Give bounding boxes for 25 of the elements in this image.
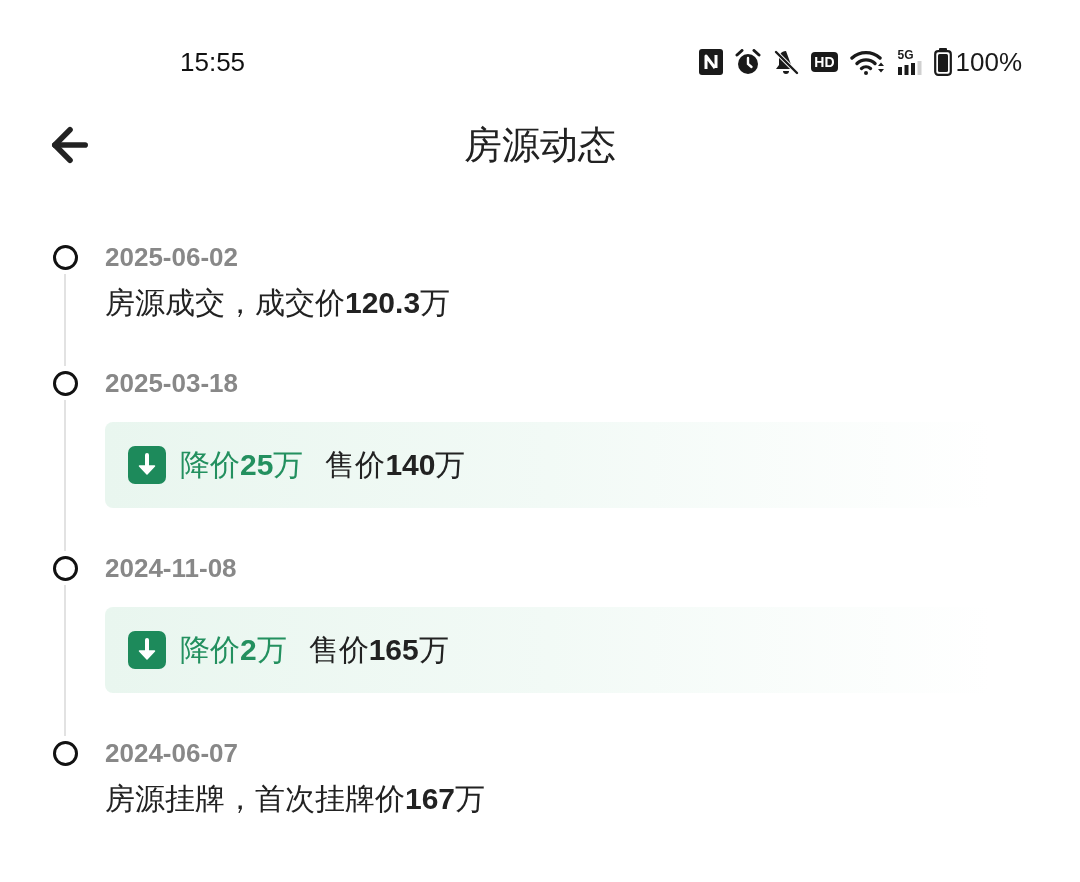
signal-bars-icon: [897, 61, 922, 75]
status-time: 15:55: [180, 45, 246, 79]
hd-icon: HD: [811, 52, 838, 72]
event-date: 2024-06-07: [105, 737, 238, 770]
event-text: 房源成交，成交价120.3万: [105, 286, 451, 319]
bell-off-icon: [773, 49, 800, 75]
battery-icon: [933, 48, 952, 76]
network-type-label: 5G: [897, 49, 914, 61]
timeline-node-icon: [52, 244, 78, 270]
timeline-node-icon: [52, 555, 78, 581]
nfc-icon: [699, 49, 724, 75]
price-drop-text: 降价25万: [180, 447, 304, 483]
timeline-node-icon: [52, 370, 78, 396]
wifi-icon: [849, 49, 886, 75]
event-text: 房源挂牌，首次挂牌价167万: [105, 782, 486, 815]
timeline-node-icon: [52, 740, 78, 766]
event-date: 2025-06-02: [105, 241, 238, 274]
event-date: 2024-11-08: [105, 552, 237, 585]
battery-percent: 100%: [955, 45, 1022, 79]
alarm-clock-icon: [735, 49, 762, 75]
event-date: 2025-03-18: [105, 367, 238, 400]
sale-price-text: 售价140万: [325, 447, 466, 483]
price-drop-text: 降价2万: [180, 632, 287, 668]
sale-price-text: 售价165万: [308, 632, 449, 668]
page-title: 房源动态: [464, 122, 616, 168]
